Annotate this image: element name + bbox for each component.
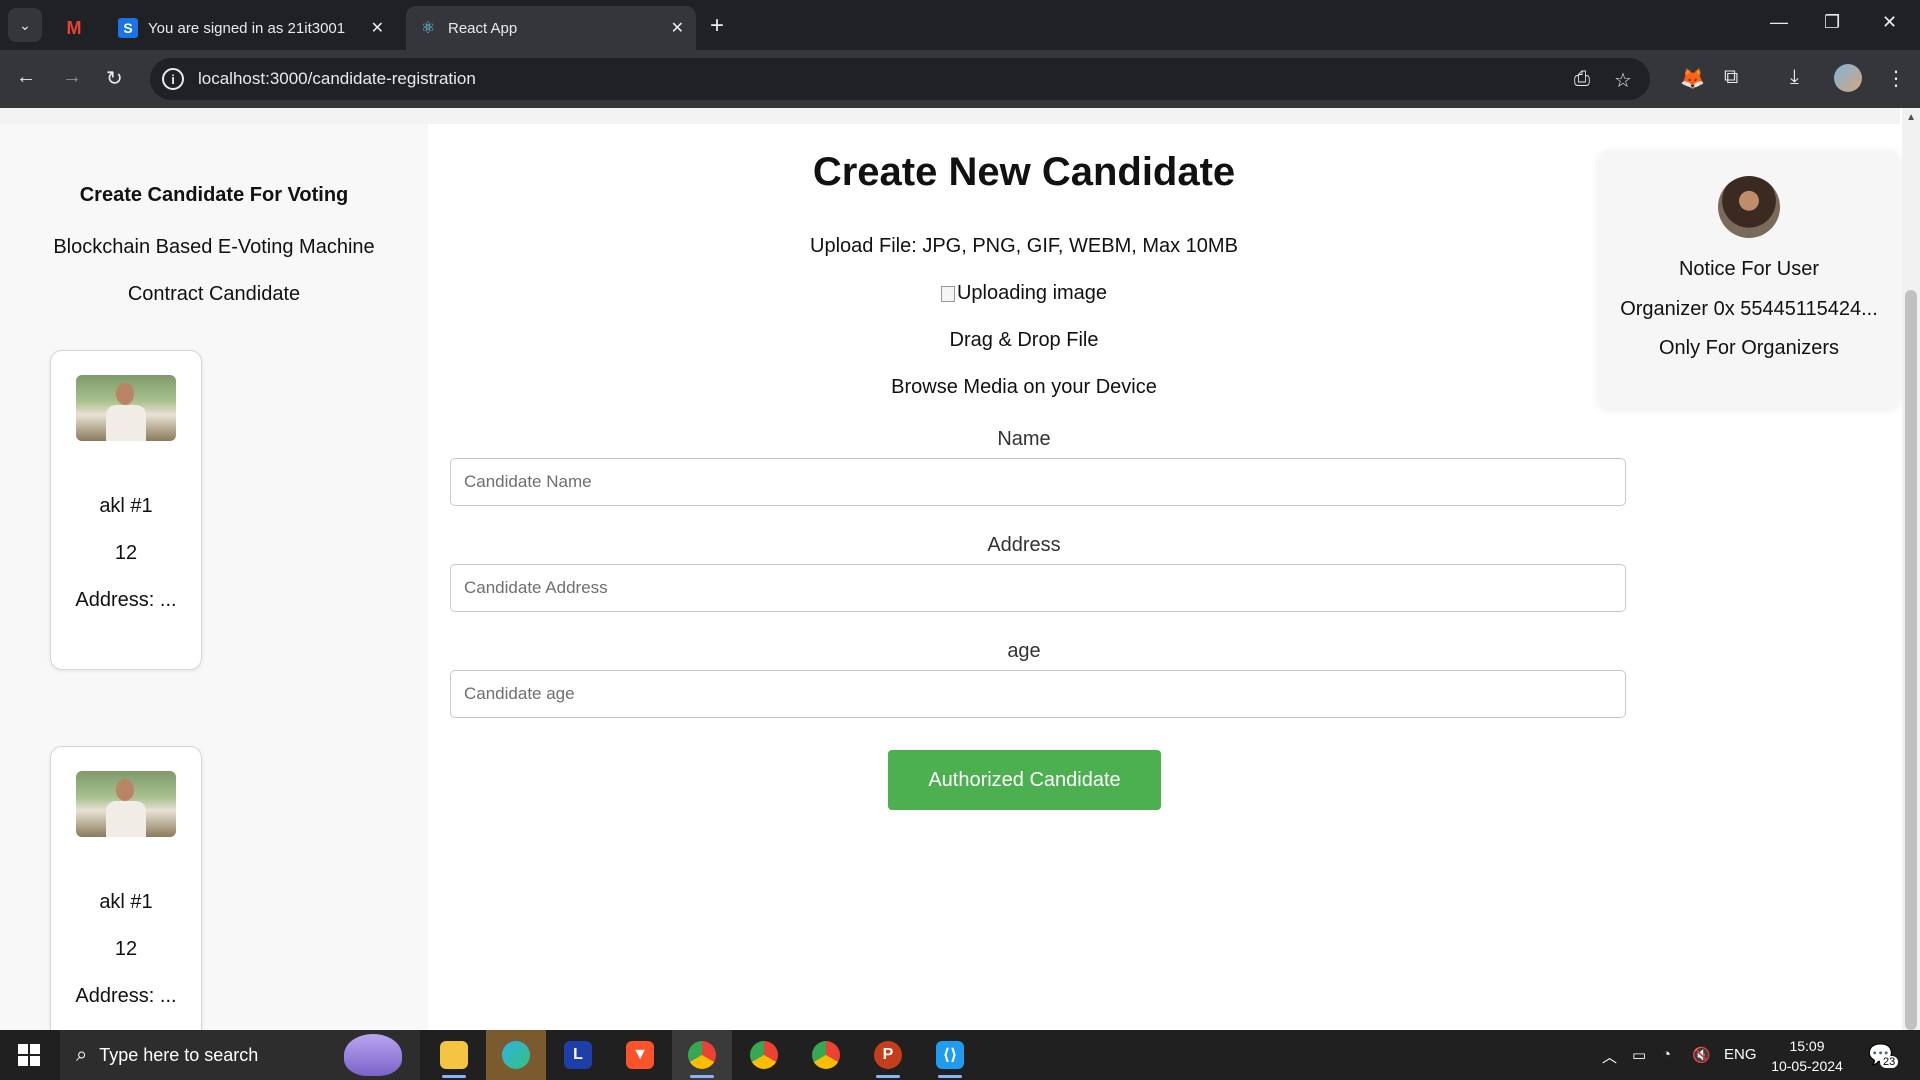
- notice-title: Notice For User: [1678, 258, 1820, 280]
- download-icon[interactable]: ⤓: [1790, 66, 1799, 89]
- upload-info: Upload File: JPG, PNG, GIF, WEBM, Max 10…: [810, 235, 1238, 257]
- candidate-photo: [76, 375, 176, 441]
- minimize-icon[interactable]: —: [1770, 12, 1788, 33]
- candidate-card[interactable]: akl #1 12 Address: ...: [50, 350, 202, 670]
- chevron-down-icon: ⌄: [19, 16, 31, 33]
- candidate-age-input[interactable]: [450, 670, 1626, 718]
- site-info-icon[interactable]: i: [162, 68, 184, 90]
- install-app-icon[interactable]: ⎙: [1574, 68, 1590, 91]
- tab-signed-in[interactable]: S You are signed in as 21it3001 ✕: [106, 6, 396, 50]
- language-indicator[interactable]: ENG: [1724, 1046, 1757, 1063]
- forward-icon[interactable]: →: [62, 66, 82, 89]
- sidebar: Create Candidate For Voting Blockchain B…: [0, 124, 428, 1030]
- sidebar-section-title: Contract Candidate: [127, 283, 301, 305]
- candidate-age: 12: [114, 542, 138, 564]
- close-window-icon[interactable]: ✕: [1882, 12, 1897, 33]
- chrome-icon[interactable]: [672, 1030, 732, 1080]
- notice-restriction: Only For Organizers: [1658, 337, 1840, 359]
- page-title: Create New Candidate: [812, 150, 1236, 194]
- browser-toolbar: ← → ↻ i localhost:3000/candidate-registr…: [0, 50, 1920, 108]
- top-strip: [0, 108, 1900, 124]
- tray-chevron-up-icon[interactable]: ︿: [1602, 1046, 1617, 1067]
- volume-muted-icon[interactable]: 🔇: [1692, 1046, 1711, 1064]
- tab-react-app[interactable]: ⚛ React App ✕: [406, 6, 696, 50]
- candidate-address-input[interactable]: [450, 564, 1626, 612]
- scrollbar-thumb[interactable]: [1905, 290, 1917, 1030]
- menu-kebab-icon[interactable]: ⋮: [1886, 66, 1906, 91]
- candidate-name: akl #1: [99, 495, 153, 517]
- close-icon[interactable]: ✕: [671, 18, 684, 38]
- candidate-address: Address: ...: [75, 985, 177, 1007]
- age-label: age: [1007, 640, 1041, 662]
- gmail-icon: M: [66, 17, 82, 38]
- upload-preview[interactable]: Uploading image: [428, 282, 1620, 308]
- page-scrollbar[interactable]: ▲: [1902, 108, 1920, 1030]
- search-placeholder: Type here to search: [99, 1044, 259, 1065]
- restore-icon[interactable]: ❐: [1824, 12, 1840, 33]
- bookmark-star-icon[interactable]: ☆: [1614, 68, 1632, 93]
- address-label: Address: [987, 534, 1061, 556]
- tab-gmail[interactable]: M: [52, 6, 112, 50]
- file-explorer-icon[interactable]: [424, 1030, 484, 1080]
- scroll-up-icon[interactable]: ▲: [1906, 112, 1916, 123]
- broken-image-icon: [940, 285, 955, 302]
- extensions-icon[interactable]: ⧉: [1724, 66, 1738, 89]
- chrome-profile-icon[interactable]: [734, 1030, 794, 1080]
- tab-title: You are signed in as 21it3001: [148, 19, 346, 37]
- clock-time: 15:09: [1789, 1038, 1825, 1054]
- taskbar: ⌕ Type here to search L ▼ P ⟨⟩ ︿ ▭ ◔ 🔇 E…: [0, 1030, 1920, 1080]
- metamask-icon[interactable]: 🦊: [1680, 66, 1705, 91]
- organizer-avatar: [1718, 176, 1780, 238]
- notice-card: Notice For User Organizer 0x 55445115424…: [1598, 150, 1900, 408]
- react-icon: ⚛: [420, 20, 436, 37]
- candidate-card[interactable]: akl #1 12 Address: ...: [50, 746, 202, 1030]
- tab-search-button[interactable]: ⌄: [8, 8, 42, 42]
- name-label: Name: [997, 428, 1051, 450]
- windows-start-icon[interactable]: [18, 1044, 40, 1066]
- address-bar[interactable]: i localhost:3000/candidate-registration …: [150, 58, 1650, 100]
- candidate-name: akl #1: [99, 891, 153, 913]
- organizer-address: Organizer 0x 55445115424...: [1620, 298, 1878, 320]
- s-icon: S: [118, 18, 138, 38]
- vscode-icon[interactable]: ⟨⟩: [920, 1030, 980, 1080]
- sidebar-title: Create Candidate For Voting: [79, 184, 349, 206]
- edge-icon[interactable]: [486, 1030, 546, 1080]
- close-icon[interactable]: ✕: [371, 18, 384, 38]
- candidate-address: Address: ...: [75, 589, 177, 611]
- back-icon[interactable]: ←: [16, 66, 36, 89]
- candidate-age: 12: [114, 938, 138, 960]
- taskbar-clock[interactable]: 15:09 10-05-2024: [1762, 1036, 1852, 1076]
- new-tab-button[interactable]: +: [710, 12, 724, 40]
- clock-date: 10-05-2024: [1771, 1058, 1843, 1074]
- wifi-icon[interactable]: ◔: [1662, 1046, 1671, 1063]
- candidate-name-input[interactable]: [450, 458, 1626, 506]
- powerpoint-icon[interactable]: P: [858, 1030, 918, 1080]
- url-text[interactable]: localhost:3000/candidate-registration: [198, 69, 476, 89]
- profile-avatar[interactable]: [1834, 64, 1862, 92]
- sidebar-subtitle: Blockchain Based E-Voting Machine: [53, 236, 375, 258]
- search-highlight-icon[interactable]: [344, 1034, 402, 1076]
- chrome-profile-2-icon[interactable]: [796, 1030, 856, 1080]
- battery-icon[interactable]: ▭: [1632, 1046, 1646, 1064]
- reload-icon[interactable]: ↻: [106, 66, 123, 91]
- browse-media-link[interactable]: Browse Media on your Device: [428, 376, 1620, 399]
- upload-image-alt: Uploading image: [956, 282, 1108, 304]
- notification-count-badge: 23: [1880, 1056, 1899, 1068]
- app-l-icon[interactable]: L: [548, 1030, 608, 1080]
- search-icon: ⌕: [76, 1043, 88, 1066]
- browser-tabstrip: ⌄ M S You are signed in as 21it3001 ✕ ⚛ …: [0, 0, 1920, 50]
- tab-title: React App: [448, 19, 518, 37]
- candidate-photo: [76, 771, 176, 837]
- page-content: Create Candidate For Voting Blockchain B…: [0, 108, 1920, 1030]
- authorize-candidate-button[interactable]: Authorized Candidate: [888, 750, 1161, 810]
- drag-drop-zone[interactable]: Drag & Drop File: [428, 329, 1620, 352]
- brave-icon[interactable]: ▼: [610, 1030, 670, 1080]
